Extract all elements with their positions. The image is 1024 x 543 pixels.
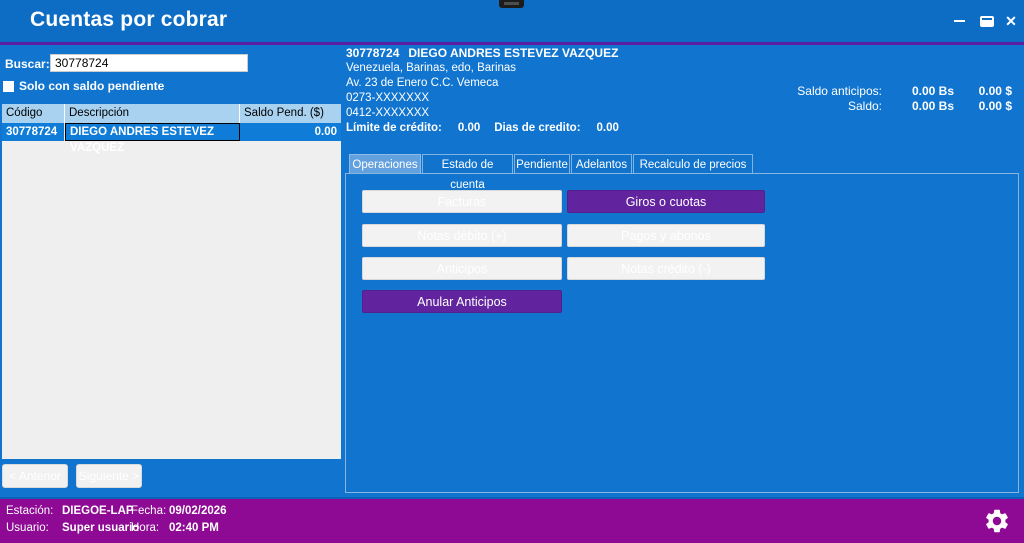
previous-button[interactable]: < Anterior bbox=[2, 464, 68, 488]
cell-descripcion[interactable]: DIEGO ANDRES ESTEVEZ VAZQUEZ bbox=[65, 123, 240, 141]
column-header-codigo[interactable]: Código bbox=[2, 104, 65, 123]
tab-pendiente[interactable]: Pendiente bbox=[514, 154, 570, 174]
next-button[interactable]: Siguiente > bbox=[76, 464, 142, 488]
date-label: Fecha: bbox=[131, 505, 166, 517]
station-label: Estación: bbox=[6, 505, 53, 517]
customer-list-panel: Código Descripción Saldo Pend. ($) 30778… bbox=[2, 104, 341, 459]
maximize-button[interactable] bbox=[976, 10, 998, 32]
column-header-saldo[interactable]: Saldo Pend. ($) bbox=[240, 104, 341, 123]
advances-balance-label: Saldo anticipos: bbox=[722, 84, 882, 99]
station-value: DIEGOE-LAP bbox=[62, 505, 134, 517]
anular-anticipos-button[interactable]: Anular Anticipos bbox=[362, 290, 562, 313]
operations-tab-panel bbox=[345, 173, 1019, 493]
balance-bs: 0.00 Bs bbox=[882, 99, 954, 114]
pending-balance-checkbox-label: Solo con saldo pendiente bbox=[19, 79, 164, 93]
customer-phone-2: 0412-XXXXXXX bbox=[346, 106, 619, 121]
minimize-button[interactable] bbox=[948, 10, 970, 32]
tab-estado-de-cuenta[interactable]: Estado de cuenta bbox=[422, 154, 513, 174]
anticipos-button[interactable]: Anticipos bbox=[362, 257, 562, 280]
tab-operaciones[interactable]: Operaciones bbox=[349, 154, 421, 174]
balance-row: Saldo: 0.00 Bs 0.00 $ bbox=[722, 99, 1012, 114]
credit-info-row: Límite de crédito: 0.00 Dias de credito: 0.… bbox=[346, 121, 619, 136]
pending-balance-checkbox[interactable] bbox=[3, 81, 14, 92]
user-value: Super usuario bbox=[62, 522, 139, 534]
cell-saldo[interactable]: 0.00 bbox=[240, 123, 341, 141]
minimize-icon bbox=[954, 20, 965, 22]
window-title: Cuentas por cobrar bbox=[30, 8, 227, 32]
maximize-icon bbox=[980, 16, 994, 27]
tab-adelantos[interactable]: Adelantos bbox=[571, 154, 632, 174]
balance-label: Saldo: bbox=[722, 99, 882, 114]
customer-phone-1: 0273-XXXXXXX bbox=[346, 91, 619, 106]
table-row-selected[interactable]: 30778724 DIEGO ANDRES ESTEVEZ VAZQUEZ 0.… bbox=[2, 123, 341, 141]
credit-days-value: 0.00 bbox=[597, 122, 619, 134]
user-label: Usuario: bbox=[6, 522, 49, 534]
search-label: Buscar: bbox=[5, 57, 50, 71]
giros-o-cuotas-button[interactable]: Giros o cuotas bbox=[567, 190, 765, 213]
customer-info-block: 30778724 DIEGO ANDRES ESTEVEZ VAZQUEZ Ven… bbox=[346, 46, 619, 136]
credit-limit-label: Límite de crédito: bbox=[346, 122, 442, 134]
balances-block: Saldo anticipos: 0.00 Bs 0.00 $ Saldo: 0… bbox=[722, 84, 1012, 114]
customer-table-header: Código Descripción Saldo Pend. ($) bbox=[2, 104, 341, 123]
time-value: 02:40 PM bbox=[169, 522, 219, 534]
customer-header: 30778724 DIEGO ANDRES ESTEVEZ VAZQUEZ bbox=[346, 46, 619, 61]
facturas-button[interactable]: Facturas bbox=[362, 190, 562, 213]
settings-gear-icon[interactable] bbox=[983, 507, 1011, 535]
close-button[interactable]: ✕ bbox=[1000, 10, 1022, 32]
customer-location: Venezuela, Barinas, edo, Barinas bbox=[346, 61, 619, 76]
search-input[interactable] bbox=[50, 54, 248, 72]
advances-balance-bs: 0.00 Bs bbox=[882, 84, 954, 99]
accent-divider bbox=[0, 42, 1024, 45]
advances-balance-row: Saldo anticipos: 0.00 Bs 0.00 $ bbox=[722, 84, 1012, 99]
screen-top-handle bbox=[499, 0, 524, 8]
credit-days-label: Dias de credito: bbox=[494, 122, 580, 134]
customer-address: Av. 23 de Enero C.C. Vemeca bbox=[346, 76, 619, 91]
notas-credito-button[interactable]: Notas crédito (-) bbox=[567, 257, 765, 280]
advances-balance-usd: 0.00 $ bbox=[954, 84, 1012, 99]
balance-usd: 0.00 $ bbox=[954, 99, 1012, 114]
accounts-receivable-window: Cuentas por cobrar ✕ Buscar: Solo con sa… bbox=[0, 0, 1024, 543]
date-value: 09/02/2026 bbox=[169, 505, 227, 517]
customer-code: 30778724 bbox=[346, 46, 399, 60]
pagos-y-abonos-button[interactable]: Pagos y abonos bbox=[567, 224, 765, 247]
status-bar: Estación: DIEGOE-LAP Fecha: 09/02/2026 U… bbox=[0, 499, 1024, 543]
notas-debito-button[interactable]: Notas débito (+) bbox=[362, 224, 562, 247]
tab-recalculo-de-precios[interactable]: Recalculo de precios bbox=[633, 154, 753, 174]
cell-codigo[interactable]: 30778724 bbox=[2, 123, 65, 141]
time-label: Hora: bbox=[131, 522, 159, 534]
credit-limit-value: 0.00 bbox=[458, 122, 480, 134]
customer-name: DIEGO ANDRES ESTEVEZ VAZQUEZ bbox=[408, 46, 618, 60]
column-header-descripcion[interactable]: Descripción bbox=[65, 104, 240, 123]
